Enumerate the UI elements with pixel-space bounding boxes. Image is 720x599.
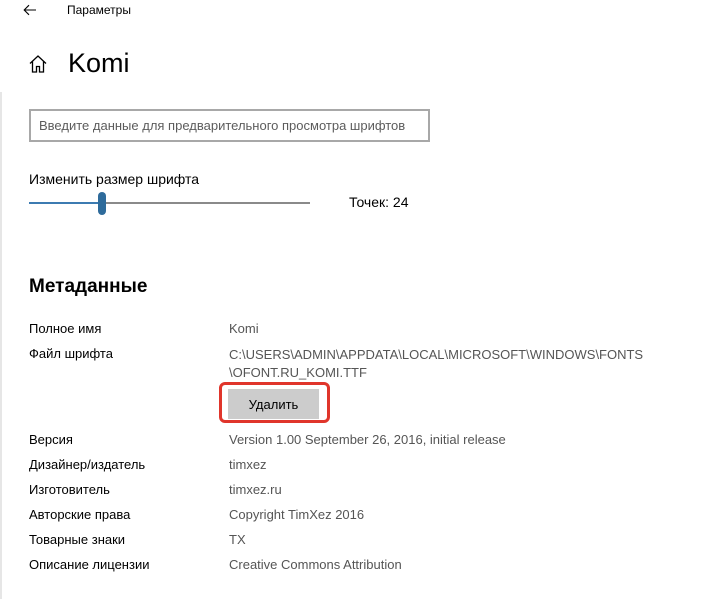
preview-text-input[interactable] <box>29 109 430 142</box>
back-arrow-icon <box>23 4 36 16</box>
page-title: Komi <box>68 48 130 78</box>
delete-font-button[interactable]: Удалить <box>228 389 319 419</box>
font-size-slider[interactable] <box>29 192 310 216</box>
window-left-border <box>0 92 2 599</box>
designer-value: timxez <box>229 457 267 472</box>
font-file-path-line1: C:\USERS\ADMIN\APPDATA\LOCAL\MICROSOFT\W… <box>229 347 644 362</box>
trademarks-label: Товарные знаки <box>29 532 126 547</box>
copyright-value: Copyright TimXez 2016 <box>229 507 365 522</box>
version-value: Version 1.00 September 26, 2016, initial… <box>229 432 506 447</box>
title-bar: Параметры <box>0 0 720 22</box>
slider-thumb[interactable] <box>98 192 107 215</box>
copyright-label: Авторские права <box>29 507 131 522</box>
version-label: Версия <box>29 432 73 447</box>
back-button[interactable] <box>14 0 46 20</box>
metadata-heading: Метаданные <box>29 276 148 297</box>
font-file-label: Файл шрифта <box>29 346 113 361</box>
manufacturer-value: timxez.ru <box>229 482 282 497</box>
license-label: Описание лицензии <box>29 557 150 572</box>
full-name-value: Komi <box>229 321 259 336</box>
license-value: Creative Commons Attribution <box>229 557 402 572</box>
designer-label: Дизайнер/издатель <box>29 457 146 472</box>
window-title: Параметры <box>67 3 131 17</box>
full-name-label: Полное имя <box>29 321 102 336</box>
settings-window: Параметры Komi Изменить размер шрифта То… <box>0 0 720 599</box>
manufacturer-label: Изготовитель <box>29 482 110 497</box>
slider-fill <box>29 202 103 204</box>
font-file-path-line2: \OFONT.RU_KOMI.TTF <box>229 365 367 380</box>
font-size-label: Изменить размер шрифта <box>29 171 200 187</box>
trademarks-value: TX <box>229 532 246 547</box>
font-size-value: Точек: 24 <box>349 194 409 210</box>
home-icon[interactable] <box>28 54 48 74</box>
